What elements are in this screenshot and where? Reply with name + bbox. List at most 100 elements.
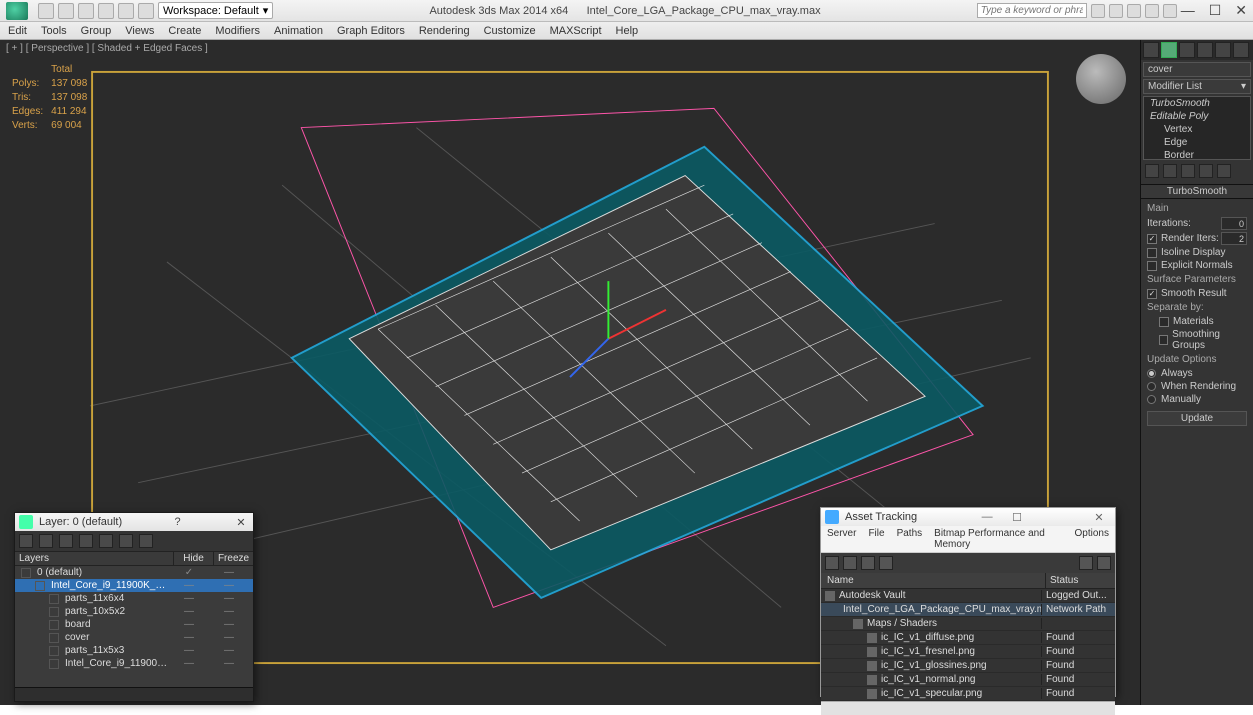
exchange-icon[interactable] bbox=[1109, 4, 1123, 18]
layer-row[interactable]: parts_10x5x2—— bbox=[15, 605, 253, 618]
materials-checkbox[interactable] bbox=[1159, 317, 1169, 327]
layer-hide-cell[interactable]: — bbox=[169, 645, 209, 656]
assets-menu-bitmap[interactable]: Bitmap Performance and Memory bbox=[934, 528, 1062, 550]
layer-row[interactable]: 0 (default)✓— bbox=[15, 566, 253, 579]
stack-item[interactable]: TurboSmooth bbox=[1144, 97, 1250, 110]
search-icon[interactable] bbox=[1091, 4, 1105, 18]
menu-help[interactable]: Help bbox=[616, 25, 639, 37]
render-iters-checkbox[interactable]: ✓ bbox=[1147, 234, 1157, 244]
render-iters-spinner[interactable] bbox=[1221, 232, 1247, 245]
layer-freeze-cell[interactable]: — bbox=[209, 606, 249, 617]
close-icon[interactable]: ✕ bbox=[233, 516, 249, 529]
explicit-checkbox[interactable] bbox=[1147, 261, 1157, 271]
remove-modifier-icon[interactable] bbox=[1199, 164, 1213, 178]
menu-edit[interactable]: Edit bbox=[8, 25, 27, 37]
layer-freeze-cell[interactable]: — bbox=[209, 645, 249, 656]
stack-subitem[interactable]: Border bbox=[1144, 149, 1250, 160]
asset-row[interactable]: ic_IC_v1_diffuse.pngFound bbox=[821, 631, 1115, 645]
menu-modifiers[interactable]: Modifiers bbox=[215, 25, 260, 37]
menu-animation[interactable]: Animation bbox=[274, 25, 323, 37]
settings-icon[interactable] bbox=[1097, 556, 1111, 570]
tab-motion[interactable] bbox=[1197, 42, 1213, 58]
help-icon[interactable] bbox=[1163, 4, 1177, 18]
qat-new-icon[interactable] bbox=[38, 3, 54, 19]
layer-freeze-cell[interactable]: — bbox=[209, 567, 249, 578]
close-icon[interactable]: ✕ bbox=[1087, 511, 1111, 524]
assets-menu-server[interactable]: Server bbox=[827, 528, 856, 550]
tab-utilities[interactable] bbox=[1233, 42, 1249, 58]
menu-customize[interactable]: Customize bbox=[484, 25, 536, 37]
layer-row[interactable]: parts_11x6x4—— bbox=[15, 592, 253, 605]
rollout-header[interactable]: TurboSmooth bbox=[1141, 184, 1253, 199]
layer-hide-cell[interactable]: — bbox=[169, 580, 209, 591]
new-layer-icon[interactable] bbox=[19, 534, 33, 548]
menu-tools[interactable]: Tools bbox=[41, 25, 67, 37]
stack-subitem[interactable]: Edge bbox=[1144, 136, 1250, 149]
layer-freeze-cell[interactable]: — bbox=[209, 632, 249, 643]
layers-titlebar[interactable]: Layer: 0 (default) ? ✕ bbox=[15, 513, 253, 531]
layer-row[interactable]: Intel_Core_i9_11900K_CPU—— bbox=[15, 657, 253, 670]
update-button[interactable]: Update bbox=[1147, 411, 1247, 426]
layer-row[interactable]: parts_11x5x3—— bbox=[15, 644, 253, 657]
layer-freeze-cell[interactable]: — bbox=[209, 593, 249, 604]
smoothinggroups-checkbox[interactable] bbox=[1159, 335, 1168, 345]
refresh-icon[interactable] bbox=[825, 556, 839, 570]
iterations-spinner[interactable] bbox=[1221, 217, 1247, 230]
qat-redo-icon[interactable] bbox=[118, 3, 134, 19]
col-layers[interactable]: Layers bbox=[15, 552, 173, 565]
qat-undo-icon[interactable] bbox=[98, 3, 114, 19]
tab-display[interactable] bbox=[1215, 42, 1231, 58]
help-icon[interactable]: ? bbox=[175, 516, 181, 528]
list-icon[interactable] bbox=[861, 556, 875, 570]
maximize-icon[interactable]: ☐ bbox=[1005, 511, 1029, 524]
assets-menu-options[interactable]: Options bbox=[1075, 528, 1109, 550]
asset-row[interactable]: ic_IC_v1_glossines.pngFound bbox=[821, 659, 1115, 673]
menu-group[interactable]: Group bbox=[81, 25, 112, 37]
make-unique-icon[interactable] bbox=[1181, 164, 1195, 178]
menu-grapheditors[interactable]: Graph Editors bbox=[337, 25, 405, 37]
workspace-dropdown[interactable]: Workspace: Default ▾ bbox=[158, 2, 273, 19]
freeze-layer-icon[interactable] bbox=[139, 534, 153, 548]
search-input[interactable] bbox=[977, 3, 1087, 18]
layer-row[interactable]: cover—— bbox=[15, 631, 253, 644]
menu-rendering[interactable]: Rendering bbox=[419, 25, 470, 37]
hide-layer-icon[interactable] bbox=[119, 534, 133, 548]
minimize-button[interactable]: — bbox=[1181, 2, 1195, 19]
col-hide[interactable]: Hide bbox=[173, 552, 213, 565]
assets-scrollbar[interactable] bbox=[821, 701, 1115, 715]
col-name[interactable]: Name bbox=[821, 573, 1045, 588]
layers-scrollbar[interactable] bbox=[15, 687, 253, 701]
add-to-layer-icon[interactable] bbox=[59, 534, 73, 548]
assets-titlebar[interactable]: Asset Tracking — ☐ ✕ bbox=[821, 508, 1115, 526]
assets-menu-paths[interactable]: Paths bbox=[897, 528, 923, 550]
asset-row[interactable]: Maps / Shaders bbox=[821, 617, 1115, 631]
tab-modify[interactable] bbox=[1161, 42, 1177, 58]
signin-icon[interactable] bbox=[1145, 4, 1159, 18]
maximize-button[interactable]: ☐ bbox=[1209, 2, 1222, 19]
layer-row[interactable]: Intel_Core_i9_11900K_CPU—— bbox=[15, 579, 253, 592]
layer-freeze-cell[interactable]: — bbox=[209, 580, 249, 591]
modifier-stack[interactable]: TurboSmooth Editable Poly Vertex Edge Bo… bbox=[1143, 96, 1251, 160]
layer-hide-cell[interactable]: — bbox=[169, 619, 209, 630]
pin-stack-icon[interactable] bbox=[1145, 164, 1159, 178]
delete-layer-icon[interactable] bbox=[39, 534, 53, 548]
qat-link-icon[interactable] bbox=[138, 3, 154, 19]
menu-maxscript[interactable]: MAXScript bbox=[550, 25, 602, 37]
minimize-icon[interactable]: — bbox=[975, 511, 999, 523]
modifier-list-dropdown[interactable]: Modifier List▾ bbox=[1143, 79, 1251, 94]
asset-row[interactable]: ic_IC_v1_fresnel.pngFound bbox=[821, 645, 1115, 659]
layer-freeze-cell[interactable]: — bbox=[209, 619, 249, 630]
radio-manually[interactable] bbox=[1147, 395, 1156, 404]
tab-create[interactable] bbox=[1143, 42, 1159, 58]
stack-subitem[interactable]: Vertex bbox=[1144, 123, 1250, 136]
layer-hide-cell[interactable]: — bbox=[169, 658, 209, 669]
col-freeze[interactable]: Freeze bbox=[213, 552, 253, 565]
assets-menu-file[interactable]: File bbox=[868, 528, 884, 550]
radio-always[interactable] bbox=[1147, 369, 1156, 378]
close-button[interactable]: ✕ bbox=[1235, 2, 1247, 19]
col-status[interactable]: Status bbox=[1045, 573, 1115, 588]
status-icon[interactable] bbox=[1079, 556, 1093, 570]
radio-whenrendering[interactable] bbox=[1147, 382, 1156, 391]
highlight-layer-icon[interactable] bbox=[99, 534, 113, 548]
viewport-label[interactable]: [ + ] [ Perspective ] [ Shaded + Edged F… bbox=[6, 43, 208, 54]
